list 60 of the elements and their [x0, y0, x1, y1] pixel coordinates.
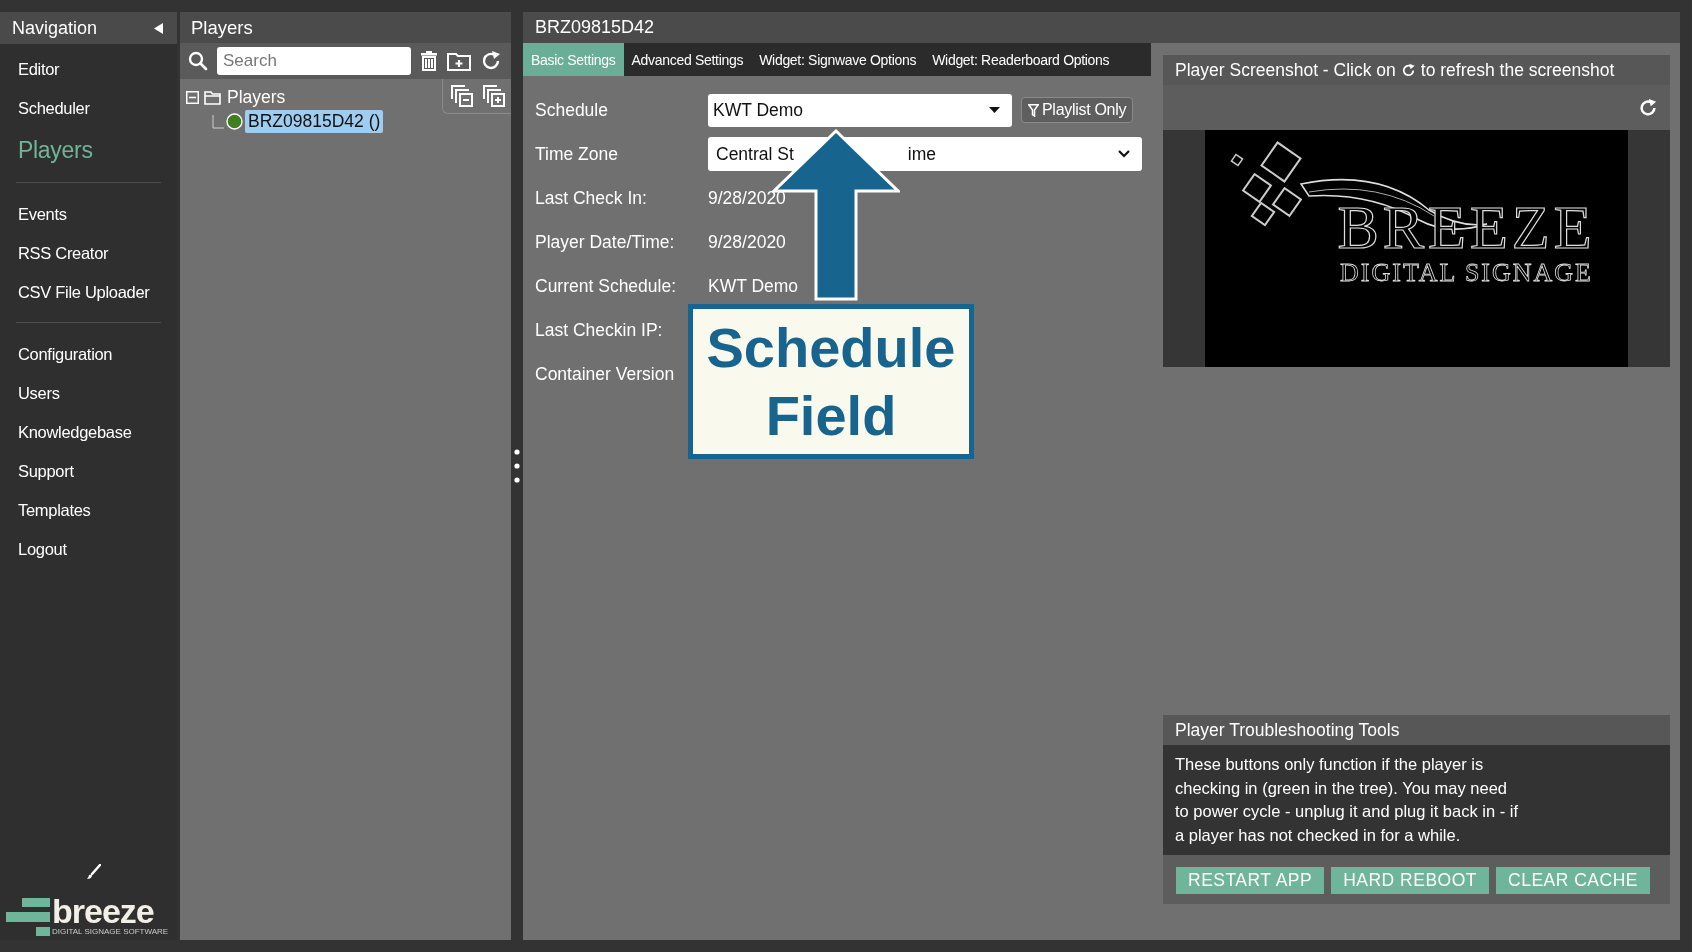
- refresh-icon[interactable]: [1638, 97, 1658, 118]
- field-value: 9/28/2020: [708, 187, 786, 209]
- filter-icon: [1028, 103, 1039, 117]
- help-text: These buttons only function if the player is checking in (green in the tree). You may need to power cycle - unplug it and plug it back in - if a player has not checked in for a while.: [1175, 754, 1519, 846]
- nav-link[interactable]: RSS Creator: [0, 234, 177, 273]
- tab[interactable]: Advanced Settings: [623, 43, 752, 76]
- brush-icon[interactable]: [86, 864, 101, 880]
- logo-icon: [6, 898, 50, 936]
- folder-icon: [204, 90, 222, 105]
- refresh-icon[interactable]: [480, 50, 502, 72]
- player-title: BRZ09815D42: [535, 17, 655, 38]
- collapse-all-icon[interactable]: [451, 85, 473, 107]
- field-label: Schedule: [535, 99, 609, 121]
- tab[interactable]: Widget: Signwave Options: [751, 43, 925, 76]
- nav-link[interactable]: Configuration: [0, 335, 177, 374]
- splitter-handle-icon[interactable]: [514, 449, 520, 483]
- field-value: 9/28/2020: [708, 231, 786, 253]
- field-label: Container Version: [535, 363, 676, 385]
- tree-connector-icon: [212, 114, 224, 129]
- panel-title: to refresh the screenshot: [1420, 59, 1615, 81]
- collapse-icon[interactable]: [186, 91, 199, 104]
- field-label: Last Check In:: [535, 187, 648, 209]
- field-label: Time Zone: [535, 143, 619, 165]
- logo-subtitle: DIGITAL SIGNAGE: [1340, 258, 1593, 288]
- caret-icon: [989, 107, 1000, 113]
- nav-link[interactable]: CSV File Uploader: [0, 273, 177, 312]
- search-field[interactable]: Search: [217, 47, 411, 75]
- brand-name: breeze: [52, 894, 154, 928]
- nav-link[interactable]: Editor: [0, 50, 177, 89]
- panel-title: Player Troubleshooting Tools: [1175, 719, 1400, 741]
- nav-link[interactable]: Players: [0, 128, 177, 172]
- nav-link[interactable]: Templates: [0, 491, 177, 530]
- schedule-dropdown[interactable]: KWT Demo: [708, 93, 1012, 127]
- add-folder-icon[interactable]: [447, 51, 471, 71]
- field-value: KWT Demo: [708, 275, 799, 297]
- tab[interactable]: Widget: Readerboard Options: [924, 43, 1118, 76]
- refresh-icon: [1400, 62, 1416, 78]
- nav-link[interactable]: Knowledgebase: [0, 413, 177, 452]
- nav-link[interactable]: Support: [0, 452, 177, 491]
- tree-folder-label[interactable]: Players: [227, 87, 286, 108]
- tree-node[interactable]: BRZ09815D42 (): [245, 110, 384, 133]
- panel-title: Players: [191, 16, 253, 39]
- panel-title: Player Screenshot - Click on: [1175, 59, 1396, 81]
- nav-link[interactable]: Users: [0, 374, 177, 413]
- filter-button[interactable]: Playlist Only: [1021, 97, 1134, 123]
- collapse-icon[interactable]: [154, 22, 163, 34]
- trash-icon[interactable]: [420, 51, 438, 71]
- brand-tagline: DIGITAL SIGNAGE SOFTWARE: [52, 928, 169, 936]
- search-icon[interactable]: [188, 51, 208, 71]
- chevron-down-icon: [1118, 150, 1130, 158]
- navigation-title: Navigation: [12, 17, 98, 39]
- field-label: Last Checkin IP:: [535, 319, 664, 341]
- nav-link[interactable]: Events: [0, 195, 177, 234]
- nav-link[interactable]: Scheduler: [0, 89, 177, 128]
- field-label: Current Schedule:: [535, 275, 678, 297]
- callout-text: Schedule Field: [705, 314, 957, 449]
- field-label: Player Date/Time:: [535, 231, 676, 253]
- expand-all-icon[interactable]: [483, 85, 505, 107]
- nav-link[interactable]: Logout: [0, 530, 177, 569]
- logo-title: BREEZE: [1337, 196, 1596, 258]
